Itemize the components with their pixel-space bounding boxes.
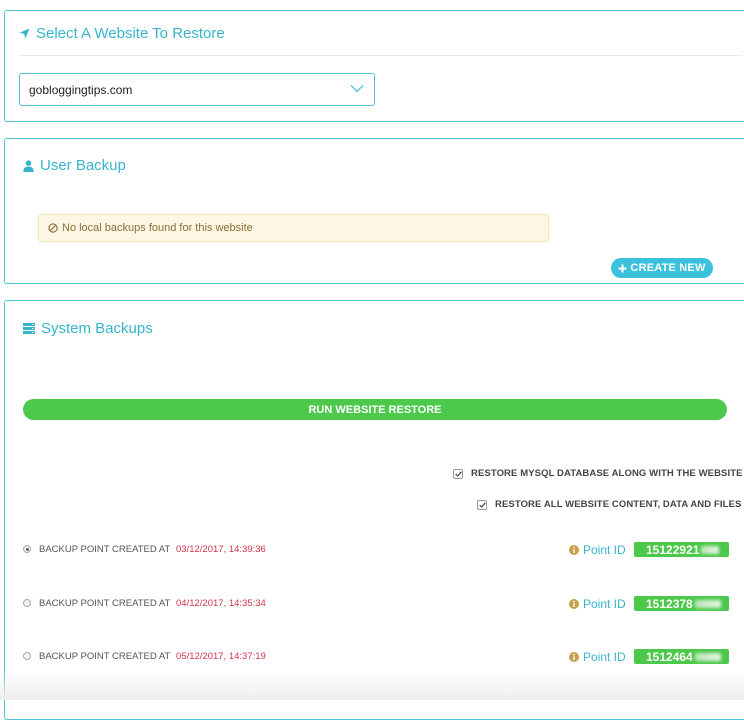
restore-content-option[interactable]: RESTORE ALL WEBSITE CONTENT, DATA AND FI… bbox=[477, 499, 741, 510]
select-website-title: Select A Website To Restore bbox=[36, 25, 225, 42]
divider bbox=[19, 55, 742, 56]
point-id-value: 1512378 bbox=[646, 596, 693, 611]
system-backups-title: System Backups bbox=[41, 320, 153, 337]
point-id-label: Point ID bbox=[583, 650, 626, 664]
backup-point-row[interactable]: BACKUP POINT CREATED AT 05/12/2017, 14:3… bbox=[23, 649, 729, 665]
point-id-badge: 15122921 bbox=[634, 542, 729, 557]
backup-point-row[interactable]: BACKUP POINT CREATED AT 04/12/2017, 14:3… bbox=[23, 596, 729, 612]
restore-content-label: RESTORE ALL WEBSITE CONTENT, DATA AND FI… bbox=[495, 499, 742, 510]
user-backup-heading: User Backup bbox=[23, 157, 126, 174]
location-arrow-icon bbox=[19, 28, 30, 39]
backup-point-radio[interactable] bbox=[23, 545, 31, 553]
backup-point-date: 05/12/2017, 14:37:19 bbox=[176, 651, 266, 662]
restore-mysql-label: RESTORE MYSQL DATABASE ALONG WITH THE WE… bbox=[471, 468, 743, 479]
system-backups-panel: System Backups RUN WEBSITE RESTORE RESTO… bbox=[4, 300, 744, 720]
info-icon bbox=[569, 599, 579, 609]
point-id-badge: 1512378 bbox=[634, 596, 729, 611]
redacted-digits bbox=[694, 652, 721, 661]
no-backups-alert: No local backups found for this website bbox=[38, 214, 549, 242]
check-icon bbox=[478, 501, 486, 508]
bottom-fade bbox=[0, 672, 744, 700]
website-select[interactable]: gobloggingtips.com bbox=[19, 73, 375, 106]
alert-text: No local backups found for this website bbox=[62, 222, 253, 234]
backup-point-radio[interactable] bbox=[23, 599, 31, 607]
backup-point-label: BACKUP POINT CREATED AT bbox=[39, 651, 171, 662]
point-id-info: Point ID bbox=[569, 543, 626, 557]
check-icon bbox=[454, 470, 462, 477]
backup-point-date: 04/12/2017, 14:35:34 bbox=[176, 598, 266, 609]
restore-mysql-checkbox[interactable] bbox=[453, 468, 463, 479]
backup-point-row[interactable]: BACKUP POINT CREATED AT 03/12/2017, 14:3… bbox=[23, 542, 729, 558]
point-id-value: 1512464 bbox=[646, 649, 693, 664]
server-icon bbox=[23, 323, 35, 334]
website-select-value: gobloggingtips.com bbox=[29, 83, 133, 97]
user-backup-panel: User Backup No local backups found for t… bbox=[4, 138, 744, 284]
backup-point-date: 03/12/2017, 14:39:36 bbox=[176, 544, 266, 555]
run-website-restore-label: RUN WEBSITE RESTORE bbox=[308, 403, 442, 416]
point-id-value: 15122921 bbox=[646, 542, 700, 557]
ban-icon bbox=[48, 223, 58, 233]
backup-point-label: BACKUP POINT CREATED AT bbox=[39, 544, 171, 555]
select-website-panel: Select A Website To Restore gobloggingti… bbox=[4, 10, 744, 122]
user-icon bbox=[23, 159, 34, 172]
point-id-info: Point ID bbox=[569, 597, 626, 611]
create-new-button[interactable]: CREATE NEW bbox=[611, 258, 713, 278]
redacted-digits bbox=[694, 599, 721, 608]
point-id-label: Point ID bbox=[583, 543, 626, 557]
chevron-down-icon bbox=[350, 85, 364, 93]
backup-point-label: BACKUP POINT CREATED AT bbox=[39, 598, 171, 609]
point-id-label: Point ID bbox=[583, 597, 626, 611]
point-id-badge: 1512464 bbox=[634, 649, 729, 664]
select-website-heading: Select A Website To Restore bbox=[19, 25, 225, 42]
info-icon bbox=[569, 652, 579, 662]
run-website-restore-button[interactable]: RUN WEBSITE RESTORE bbox=[23, 399, 727, 420]
create-new-label: CREATE NEW bbox=[630, 262, 706, 274]
backup-point-radio[interactable] bbox=[23, 652, 31, 660]
system-backups-heading: System Backups bbox=[23, 320, 153, 337]
restore-content-checkbox[interactable] bbox=[477, 499, 487, 510]
restore-mysql-option[interactable]: RESTORE MYSQL DATABASE ALONG WITH THE WE… bbox=[453, 468, 743, 479]
plus-icon bbox=[618, 264, 627, 272]
info-icon bbox=[569, 545, 579, 555]
redacted-digits bbox=[701, 545, 720, 554]
point-id-info: Point ID bbox=[569, 650, 626, 664]
user-backup-title: User Backup bbox=[40, 157, 126, 174]
